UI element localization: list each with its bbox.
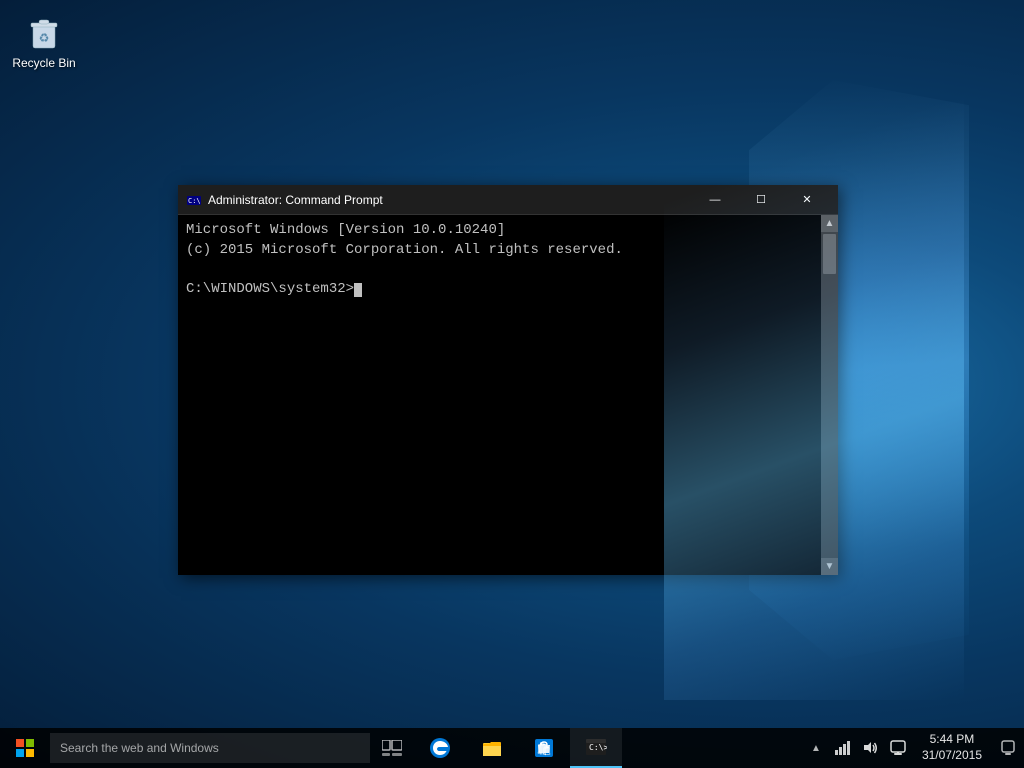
tray-chevron[interactable]: ▲ <box>804 728 828 768</box>
taskbar: Search the web and Windows <box>0 728 1024 768</box>
notifications-icon <box>1001 740 1015 756</box>
tray-date: 31/07/2015 <box>922 748 982 764</box>
taskbar-app-edge[interactable] <box>414 728 466 768</box>
cmd-title-text: Administrator: Command Prompt <box>208 193 692 207</box>
tray-time: 5:44 PM <box>930 732 975 748</box>
volume-icon[interactable] <box>856 728 884 768</box>
cmd-line-1: Microsoft Windows [Version 10.0.10240] <box>186 221 813 241</box>
start-button[interactable] <box>0 728 50 768</box>
action-center-icon[interactable] <box>884 728 912 768</box>
cmd-line-3 <box>186 260 813 280</box>
cmd-line-2: (c) 2015 Microsoft Corporation. All righ… <box>186 241 813 261</box>
cmd-window[interactable]: C:\ Administrator: Command Prompt — ☐ ✕ … <box>178 185 838 575</box>
taskbar-app-file-explorer[interactable] <box>466 728 518 768</box>
close-button[interactable]: ✕ <box>784 185 830 215</box>
minimize-button[interactable]: — <box>692 185 738 215</box>
recycle-bin-svg: ♻ <box>24 12 64 52</box>
tray-icons <box>828 728 912 768</box>
cmd-titlebar: C:\ Administrator: Command Prompt — ☐ ✕ <box>178 185 838 215</box>
recycle-bin-label: Recycle Bin <box>12 56 75 70</box>
cmd-content[interactable]: Microsoft Windows [Version 10.0.10240] (… <box>178 215 821 575</box>
taskbar-apps: 🛍 C:\>_ <box>414 728 622 768</box>
scrollbar-down-button[interactable]: ▼ <box>821 558 838 575</box>
taskbar-app-cmd[interactable]: C:\>_ <box>570 728 622 768</box>
file-explorer-icon <box>480 736 504 760</box>
svg-text:♻: ♻ <box>39 31 50 45</box>
desktop: ♻ Recycle Bin C:\ Administrator: Command… <box>0 0 1024 768</box>
svg-text:C:\: C:\ <box>188 197 201 205</box>
notifications-button[interactable] <box>992 728 1024 768</box>
cmd-line-4: C:\WINDOWS\system32> <box>186 280 813 300</box>
cmd-scrollbar[interactable]: ▲ ▼ <box>821 215 838 575</box>
search-bar-placeholder: Search the web and Windows <box>60 741 219 755</box>
task-view-icon <box>382 740 402 756</box>
network-icon[interactable] <box>828 728 856 768</box>
maximize-button[interactable]: ☐ <box>738 185 784 215</box>
scrollbar-track[interactable] <box>821 232 838 558</box>
task-view-button[interactable] <box>370 728 414 768</box>
svg-text:C:\>_: C:\>_ <box>589 743 607 752</box>
tray-clock[interactable]: 5:44 PM 31/07/2015 <box>912 728 992 768</box>
tray-area: ▲ <box>804 728 1024 768</box>
cmd-content-wrapper: Microsoft Windows [Version 10.0.10240] (… <box>178 215 838 575</box>
scrollbar-thumb[interactable] <box>823 234 836 274</box>
start-icon <box>16 739 34 757</box>
cmd-title-icon: C:\ <box>186 192 202 208</box>
search-bar[interactable]: Search the web and Windows <box>50 733 370 763</box>
cmd-taskbar-icon: C:\>_ <box>584 735 608 759</box>
recycle-bin-icon[interactable]: ♻ Recycle Bin <box>8 8 80 74</box>
edge-icon <box>428 736 452 760</box>
taskbar-app-store[interactable]: 🛍 <box>518 728 570 768</box>
scrollbar-up-button[interactable]: ▲ <box>821 215 838 232</box>
cmd-titlebar-buttons: — ☐ ✕ <box>692 185 830 215</box>
store-icon: 🛍 <box>532 736 556 760</box>
